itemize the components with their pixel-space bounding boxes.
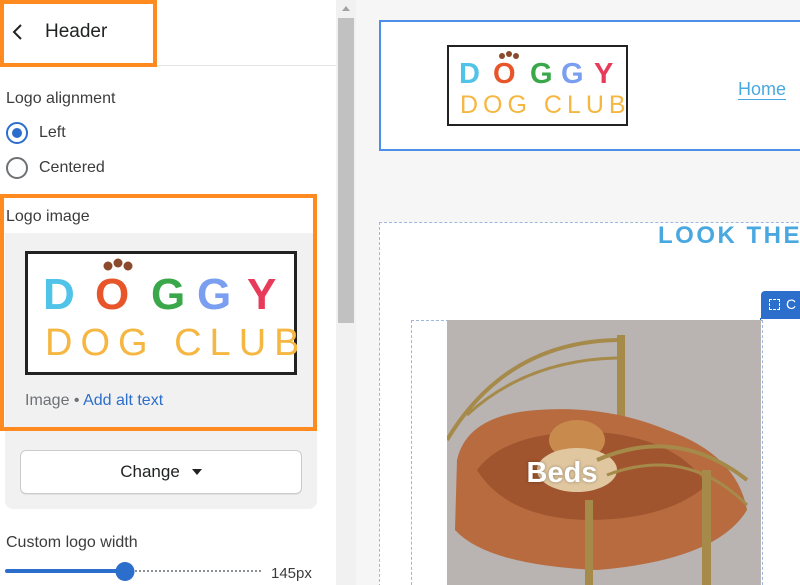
slider-track-rest (135, 570, 261, 572)
slider-thumb[interactable] (115, 562, 135, 581)
back-button[interactable] (6, 18, 30, 46)
image-caption: Image • Add alt text (25, 392, 163, 410)
panel-header: Header (0, 0, 336, 66)
preview-logo[interactable]: D O G G Y DOG CLUB (447, 45, 628, 126)
settings-panel: Header Logo alignment Left Centered Logo… (0, 0, 336, 585)
radio-centered-label: Centered (39, 159, 105, 176)
panel-title: Header (45, 21, 108, 42)
caret-down-icon (191, 469, 202, 475)
radio-left-control[interactable] (6, 122, 28, 144)
logo-alignment-label: Logo alignment (6, 90, 116, 107)
logo-thumbnail-subtext: DOG CLUB (45, 322, 297, 364)
add-alt-text-link[interactable]: Add alt text (83, 392, 163, 409)
panel-scrollbar[interactable] (336, 0, 356, 585)
logo-image-label: Logo image (6, 208, 90, 225)
custom-logo-width-label: Custom logo width (6, 534, 138, 551)
nav-home[interactable]: Home (738, 79, 786, 100)
svg-text:D O G: D O G G Y (459, 58, 613, 90)
radio-centered[interactable]: Centered (6, 157, 105, 179)
selected-block[interactable] (760, 318, 800, 585)
image-caption-prefix: Image (25, 392, 70, 409)
block-badge-label: C (786, 296, 797, 312)
scroll-up-arrow-icon[interactable] (342, 6, 350, 11)
change-button[interactable]: Change (20, 450, 302, 494)
expand-icon (769, 299, 780, 310)
change-button-label: Change (120, 462, 180, 481)
app: Header Logo alignment Left Centered Logo… (0, 0, 800, 585)
beds-card-image[interactable]: Beds (447, 320, 761, 585)
card-label: Beds (526, 457, 598, 489)
radio-centered-control[interactable] (6, 157, 28, 179)
site-preview: D O G G Y DOG CLUB Home F LOOK THE C (356, 0, 800, 585)
chevron-left-icon (12, 24, 22, 40)
caption-separator: • (73, 392, 80, 409)
logo-width-value: 145px (271, 565, 312, 582)
svg-text:D O G: D O G G Y (43, 270, 276, 319)
logo-thumbnail[interactable]: D O G G Y DOG CLUB (25, 251, 297, 375)
block-badge[interactable]: C (761, 291, 800, 319)
radio-left-label: Left (39, 124, 66, 141)
preview-header[interactable]: D O G G Y DOG CLUB Home F (379, 20, 800, 151)
logo-width-slider[interactable] (5, 562, 261, 581)
scrollbar-thumb[interactable] (338, 18, 354, 323)
radio-left[interactable]: Left (6, 122, 66, 144)
preview-logo-subtext: DOG CLUB (460, 91, 628, 119)
slider-track-fill (5, 569, 125, 573)
dog-bed-illustration (447, 320, 761, 585)
section-heading: LOOK THE (658, 222, 800, 249)
